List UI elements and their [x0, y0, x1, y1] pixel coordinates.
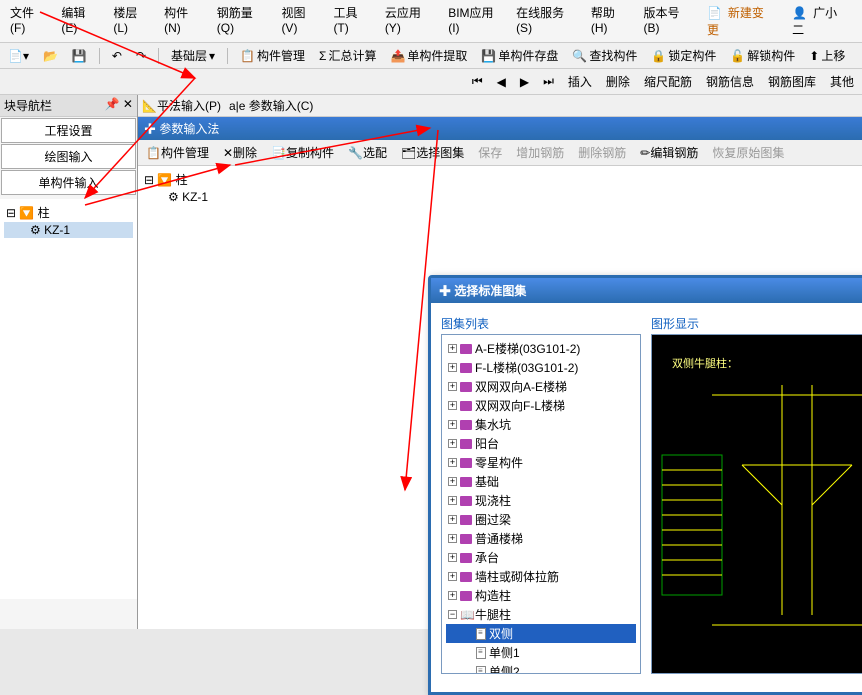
tree-node-kz1[interactable]: ⚙ KZ-1	[4, 222, 133, 238]
atlas-item[interactable]: +F-L楼梯(03G101-2)	[446, 358, 636, 377]
main-menubar: 文件(F) 编辑(E) 楼层(L) 构件(N) 钢筋量(Q) 视图(V) 工具(…	[0, 0, 862, 43]
tab-single-input[interactable]: 单构件输入	[1, 170, 136, 195]
rebar-lib-button[interactable]: 钢筋图库	[764, 71, 820, 92]
menu-tools[interactable]: 工具(T)	[327, 2, 376, 40]
nav-panel: 块导航栏 📌 ✕ 工程设置 绘图输入 单构件输入 ⊟ 🔽 柱 ⚙ KZ-1	[0, 95, 138, 629]
main-toolbar-2: ⏮ ◀ ▶ ⏭ 插入 删除 缩尺配筋 钢筋信息 钢筋图库 其他	[0, 69, 862, 95]
menu-rebar[interactable]: 钢筋量(Q)	[211, 2, 274, 40]
nav-prev-icon[interactable]: ◀	[493, 73, 510, 91]
atlas-item-double-side[interactable]: 双侧	[446, 624, 636, 643]
nav-panel-title: 块导航栏 📌 ✕	[0, 95, 137, 117]
menu-online[interactable]: 在线服务(S)	[510, 2, 583, 40]
undo-icon[interactable]: ↶	[108, 47, 126, 65]
nav-tree: ⊟ 🔽 柱 ⚙ KZ-1	[0, 199, 137, 599]
atlas-item[interactable]: +零星构件	[446, 453, 636, 472]
pw-restore[interactable]: 恢复原始图集	[708, 142, 788, 163]
pw-compmgmt[interactable]: 📋构件管理	[142, 142, 213, 163]
flat-input-button[interactable]: 📐平法输入(P)	[142, 97, 221, 114]
pw-select[interactable]: 🔧选配	[344, 142, 391, 163]
sum-calc-button[interactable]: Σ 汇总计算	[315, 45, 380, 66]
extract-button[interactable]: 📤单构件提取	[386, 45, 471, 66]
tab-project-settings[interactable]: 工程设置	[1, 118, 136, 143]
input-mode-bar: 📐平法输入(P) a|e 参数输入(C)	[138, 95, 862, 117]
nav-first-icon[interactable]: ⏮	[468, 72, 487, 91]
redo-icon[interactable]: ↷	[132, 47, 150, 65]
param-input-window: ✚ 参数输入法 📋构件管理 ✕删除 📑复制构件 🔧选配 🗂选择图集 保存 增加钢…	[138, 117, 862, 209]
menu-view[interactable]: 视图(V)	[275, 2, 325, 40]
atlas-item[interactable]: +承台	[446, 548, 636, 567]
new-icon[interactable]: 📄▾	[4, 47, 33, 65]
delete-button[interactable]: 删除	[602, 71, 634, 92]
nav-next-icon[interactable]: ▶	[516, 73, 533, 91]
select-atlas-dialog: ✚ 选择标准图集 图集列表 +A-E楼梯(03G101-2) +F-L楼梯(03…	[428, 275, 862, 695]
atlas-item-corbel[interactable]: −📖牛腿柱	[446, 605, 636, 624]
menu-help[interactable]: 帮助(H)	[585, 2, 636, 40]
menu-file[interactable]: 文件(F)	[4, 2, 53, 40]
atlas-item-single-1[interactable]: 单侧1	[446, 643, 636, 662]
other-button[interactable]: 其他	[826, 71, 858, 92]
atlas-item[interactable]: +圈过梁	[446, 510, 636, 529]
rebar-info-button[interactable]: 钢筋信息	[702, 71, 758, 92]
insert-button[interactable]: 插入	[564, 71, 596, 92]
menu-floor[interactable]: 楼层(L)	[107, 2, 156, 40]
save-icon[interactable]: 💾	[68, 47, 91, 65]
atlas-item[interactable]: +双网双向A-E楼梯	[446, 377, 636, 396]
menu-cloud[interactable]: 云应用(Y)	[379, 2, 440, 40]
menu-bim[interactable]: BIM应用(I)	[442, 2, 508, 40]
param-tree: ⊟ 🔽 柱 ⚙ KZ-1	[138, 166, 862, 209]
preview-label: 图形显示	[651, 313, 862, 334]
atlas-list[interactable]: +A-E楼梯(03G101-2) +F-L楼梯(03G101-2) +双网双向A…	[441, 334, 641, 674]
atlas-item[interactable]: +基础	[446, 472, 636, 491]
atlas-item[interactable]: +现浇柱	[446, 491, 636, 510]
atlas-item[interactable]: +构造柱	[446, 586, 636, 605]
atlas-item[interactable]: +双网双向F-L楼梯	[446, 396, 636, 415]
atlas-item[interactable]: +墙柱或砌体拉筋	[446, 567, 636, 586]
nav-last-icon[interactable]: ⏭	[539, 72, 558, 91]
pw-delete[interactable]: ✕删除	[219, 142, 261, 163]
component-mgmt-button[interactable]: 📋构件管理	[236, 45, 309, 66]
find-button[interactable]: 🔍查找构件	[568, 45, 641, 66]
menu-edit[interactable]: 编辑(E)	[55, 2, 105, 40]
pw-add-rebar[interactable]: 增加钢筋	[512, 142, 568, 163]
savecomp-button[interactable]: 💾单构件存盘	[477, 45, 562, 66]
moveup-button[interactable]: ⬆上移	[805, 45, 849, 66]
scale-rebar-button[interactable]: 缩尺配筋	[640, 71, 696, 92]
dialog-title: ✚ 选择标准图集	[431, 278, 862, 303]
new-change-button[interactable]: 📄新建变更	[701, 2, 784, 40]
open-icon[interactable]: 📂	[39, 47, 62, 65]
menu-component[interactable]: 构件(N)	[158, 2, 209, 40]
pw-edit-rebar[interactable]: ✏编辑钢筋	[636, 142, 702, 163]
drawing-preview: 双侧牛腿柱： 1-1剖 备注	[651, 334, 862, 674]
atlas-item[interactable]: +A-E楼梯(03G101-2)	[446, 339, 636, 358]
param-tree-kz1[interactable]: ⚙ KZ-1	[142, 189, 858, 205]
param-toolbar: 📋构件管理 ✕删除 📑复制构件 🔧选配 🗂选择图集 保存 增加钢筋 删除钢筋 ✏…	[138, 140, 862, 166]
atlas-item[interactable]: +阳台	[446, 434, 636, 453]
atlas-item[interactable]: +集水坑	[446, 415, 636, 434]
user-label[interactable]: 👤广小二	[786, 2, 858, 40]
menu-version[interactable]: 版本号(B)	[638, 2, 699, 40]
param-input-button[interactable]: a|e 参数输入(C)	[229, 97, 313, 114]
pw-copy[interactable]: 📑复制构件	[267, 142, 338, 163]
pin-icon[interactable]: 📌 ✕	[105, 97, 133, 114]
atlas-item[interactable]: +普通楼梯	[446, 529, 636, 548]
unlock-button[interactable]: 🔓解锁构件	[726, 45, 799, 66]
tree-root-column[interactable]: ⊟ 🔽 柱	[4, 203, 133, 222]
pw-select-atlas[interactable]: 🗂选择图集	[397, 142, 468, 163]
floor-selector[interactable]: 基础层 ▾	[167, 45, 219, 66]
atlas-item-single-2[interactable]: 单侧2	[446, 662, 636, 674]
lock-button[interactable]: 🔒锁定构件	[647, 45, 720, 66]
pw-save[interactable]: 保存	[474, 142, 506, 163]
main-toolbar-1: 📄▾ 📂 💾 ↶ ↷ 基础层 ▾ 📋构件管理 Σ 汇总计算 📤单构件提取 💾单构…	[0, 43, 862, 69]
pw-del-rebar[interactable]: 删除钢筋	[574, 142, 630, 163]
param-window-title: ✚ 参数输入法	[138, 117, 862, 140]
tab-draw-input[interactable]: 绘图输入	[1, 144, 136, 169]
work-area: 📐平法输入(P) a|e 参数输入(C) ✚ 参数输入法 📋构件管理 ✕删除 📑…	[138, 95, 862, 629]
atlas-list-label: 图集列表	[441, 313, 641, 334]
param-tree-root[interactable]: ⊟ 🔽 柱	[142, 170, 858, 189]
